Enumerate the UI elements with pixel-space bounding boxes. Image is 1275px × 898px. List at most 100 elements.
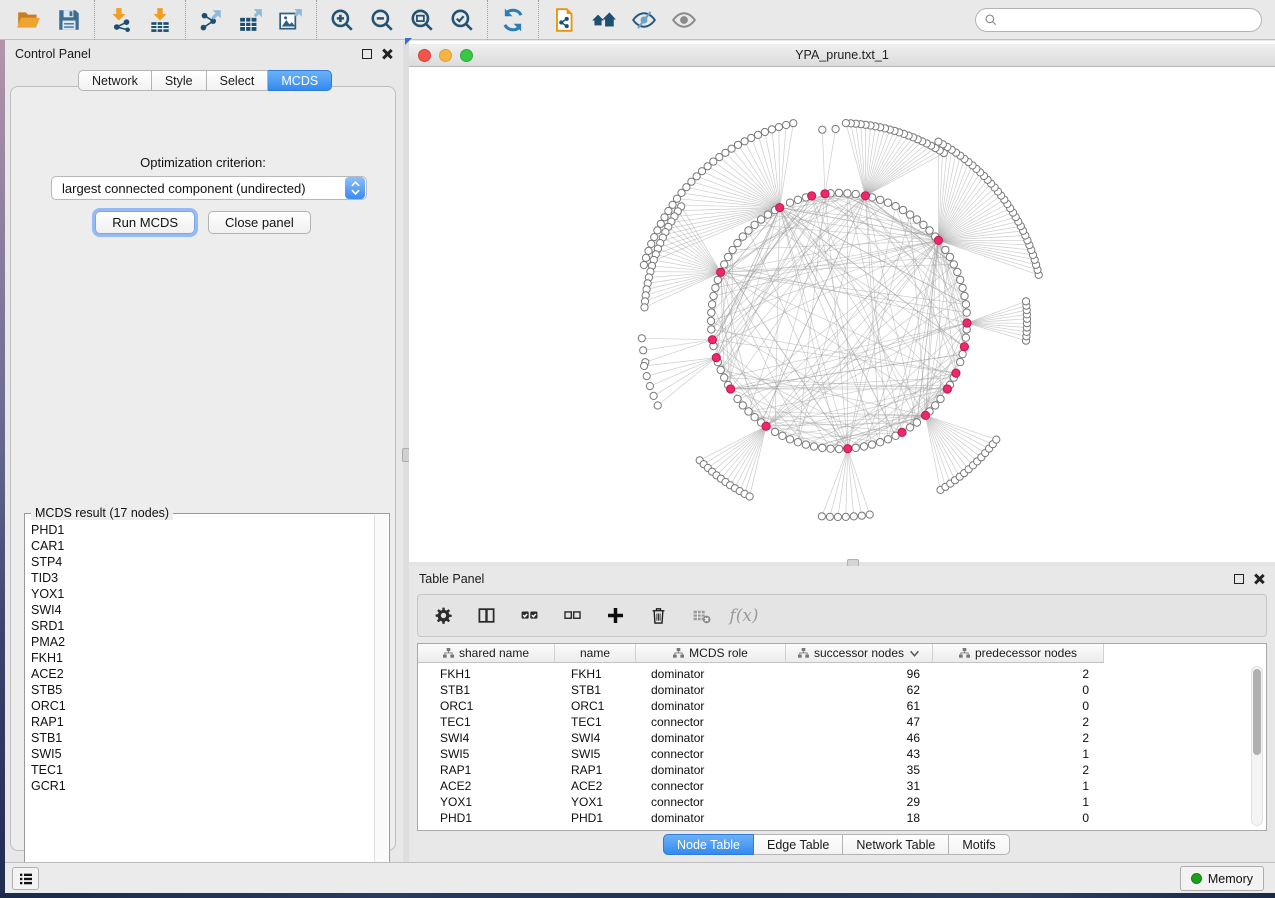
graph-node[interactable] (646, 383, 653, 390)
graph-hub-node[interactable] (960, 343, 968, 351)
zoom-fit-button[interactable] (402, 3, 442, 37)
graph-node[interactable] (751, 414, 758, 421)
table-cell[interactable]: 46 (786, 730, 920, 746)
graph-node[interactable] (899, 206, 906, 213)
graph-node[interactable] (648, 240, 655, 247)
float-panel-icon[interactable] (1234, 574, 1244, 584)
table-cell[interactable]: YOX1 (571, 794, 636, 810)
graph-node[interactable] (714, 276, 721, 283)
column-header-predecessor-nodes[interactable]: predecessor nodes (933, 644, 1104, 663)
graph-node[interactable] (832, 125, 839, 132)
graph-node[interactable] (963, 309, 970, 316)
mcds-result-item[interactable]: FKH1 (26, 650, 375, 666)
unselect-all-button[interactable] (559, 603, 585, 629)
graph-hub-node[interactable] (808, 192, 816, 200)
hide-details-button[interactable] (624, 3, 664, 37)
graph-node[interactable] (786, 199, 793, 206)
graph-node[interactable] (906, 424, 913, 431)
graph-node[interactable] (734, 239, 741, 246)
table-cell[interactable]: 29 (786, 794, 920, 810)
graph-node[interactable] (858, 512, 865, 519)
graph-hub-node[interactable] (717, 268, 725, 276)
close-panel-icon[interactable] (381, 48, 393, 60)
column-header-shared-name[interactable]: shared name (418, 644, 555, 663)
graph-node[interactable] (802, 441, 809, 448)
tab-edge-table[interactable]: Edge Table (754, 834, 843, 855)
graph-node[interactable] (708, 326, 715, 333)
table-cell[interactable]: 96 (786, 666, 920, 682)
optimization-criterion-dropdown[interactable]: largest connected component (undirected) (51, 176, 367, 200)
graph-node[interactable] (810, 443, 817, 450)
column-header-successor-nodes[interactable]: successor nodes (786, 644, 933, 663)
graph-hub-node[interactable] (821, 190, 829, 198)
graph-node[interactable] (654, 227, 661, 234)
tab-select[interactable]: Select (207, 70, 269, 91)
tab-motifs[interactable]: Motifs (949, 834, 1009, 855)
tab-style[interactable]: Style (152, 70, 207, 91)
graph-node[interactable] (721, 374, 728, 381)
table-cell[interactable]: 47 (786, 714, 920, 730)
mcds-result-item[interactable]: STB1 (26, 730, 375, 746)
graph-node[interactable] (868, 441, 875, 448)
table-cell[interactable]: dominator (651, 762, 786, 778)
graph-node[interactable] (884, 436, 891, 443)
graph-node[interactable] (745, 227, 752, 234)
table-cell[interactable]: 1 (933, 794, 1089, 810)
mcds-result-scrollbar[interactable] (374, 515, 388, 875)
graph-node[interactable] (827, 445, 834, 452)
graph-node[interactable] (957, 276, 964, 283)
graph-hub-node[interactable] (943, 385, 951, 393)
add-column-button[interactable] (602, 603, 628, 629)
graph-node[interactable] (932, 402, 939, 409)
graph-node[interactable] (850, 513, 857, 520)
table-cell[interactable]: ORC1 (571, 698, 636, 714)
table-cell[interactable]: SWI4 (571, 730, 636, 746)
table-cell[interactable]: 2 (933, 714, 1089, 730)
graph-node[interactable] (748, 134, 755, 141)
graph-node[interactable] (957, 358, 964, 365)
graph-node[interactable] (761, 128, 768, 135)
mcds-result-item[interactable]: ACE2 (26, 666, 375, 682)
graph-node[interactable] (935, 138, 942, 145)
table-cell[interactable]: RAP1 (571, 762, 636, 778)
mcds-result-item[interactable]: SWI5 (26, 746, 375, 762)
graph-node[interactable] (794, 196, 801, 203)
graph-node[interactable] (641, 362, 648, 369)
table-cell[interactable]: SWI5 (440, 746, 555, 762)
search-input[interactable] (975, 8, 1262, 32)
graph-node[interactable] (764, 211, 771, 218)
graph-node[interactable] (926, 227, 933, 234)
graph-node[interactable] (710, 292, 717, 299)
tab-network[interactable]: Network (78, 70, 152, 91)
graph-node[interactable] (651, 234, 658, 241)
table-cell[interactable]: 2 (933, 666, 1089, 682)
graph-node[interactable] (834, 513, 841, 520)
graph-node[interactable] (771, 428, 778, 435)
graph-node[interactable] (920, 221, 927, 228)
graph-hub-node[interactable] (898, 428, 906, 436)
import-network-button[interactable] (100, 3, 140, 37)
mcds-result-item[interactable]: PMA2 (26, 634, 375, 650)
graph-node[interactable] (712, 284, 719, 291)
graph-node[interactable] (876, 439, 883, 446)
table-cell[interactable]: YOX1 (440, 794, 555, 810)
graph-node[interactable] (835, 445, 842, 452)
mcds-result-item[interactable]: TID3 (26, 570, 375, 586)
export-table-button[interactable] (231, 3, 271, 37)
table-cell[interactable]: 62 (786, 682, 920, 698)
graph-node[interactable] (884, 199, 891, 206)
graph-node[interactable] (913, 419, 920, 426)
table-cell[interactable]: connector (651, 778, 786, 794)
graph-node[interactable] (751, 221, 758, 228)
table-cell[interactable]: connector (651, 714, 786, 730)
table-cell[interactable]: 1 (933, 778, 1089, 794)
table-cell[interactable]: 35 (786, 762, 920, 778)
graph-node[interactable] (746, 493, 753, 500)
select-all-button[interactable] (516, 603, 542, 629)
graph-node[interactable] (842, 513, 849, 520)
graph-hub-node[interactable] (952, 369, 960, 377)
graph-node[interactable] (913, 216, 920, 223)
mcds-result-list[interactable]: PHD1CAR1STP4TID3YOX1SWI4SRD1PMA2FKH1ACE2… (26, 522, 375, 874)
graph-node[interactable] (641, 304, 648, 311)
scrollbar-thumb[interactable] (1253, 669, 1261, 755)
